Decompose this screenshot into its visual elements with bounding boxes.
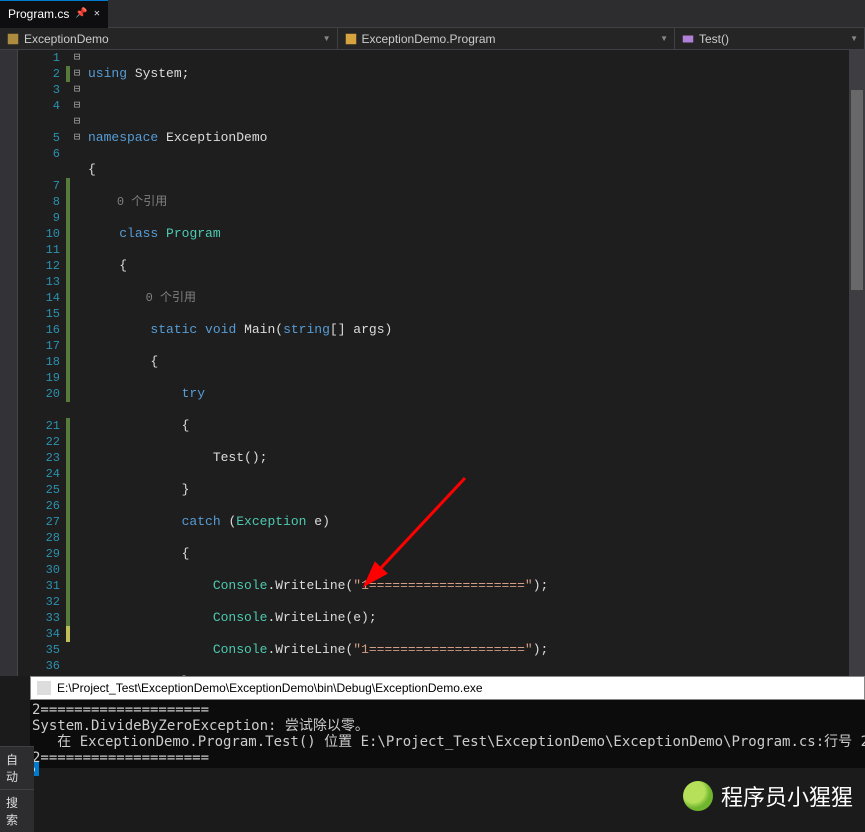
console-title-text: E:\Project_Test\ExceptionDemo\ExceptionD… [57,681,483,695]
nav-namespace-label: ExceptionDemo [24,32,109,46]
pin-icon[interactable]: 📌 [75,8,87,20]
close-icon[interactable]: ✕ [94,8,100,20]
class-icon [344,32,358,46]
code-editor[interactable]: 1234 56 7891011121314151617181920 212223… [0,50,865,676]
console-output: 2==================== System.DivideByZer… [30,700,865,768]
namespace-icon [6,32,20,46]
nav-class[interactable]: ExceptionDemo.Program ▼ [338,28,676,49]
chevron-down-icon: ▼ [323,34,331,43]
scrollbar-thumb[interactable] [851,90,863,290]
app-icon [37,681,51,695]
method-icon [681,32,695,46]
codelens-refs[interactable]: 0 个引用 [146,291,196,305]
chevron-down-icon: ▼ [660,34,668,43]
file-tab[interactable]: Program.cs 📌 ✕ [0,0,108,28]
watermark: 程序员小猩猩 [683,780,853,812]
line-number-gutter: 1234 56 7891011121314151617181920 212223… [18,50,66,676]
nav-bar: ExceptionDemo ▼ ExceptionDemo.Program ▼ … [0,28,865,50]
code-content[interactable]: using System; namespace ExceptionDemo { … [84,50,865,676]
console-titlebar[interactable]: E:\Project_Test\ExceptionDemo\ExceptionD… [30,676,865,700]
fold-gutter[interactable]: ⊟⊟⊟⊟⊟⊟ [70,50,84,676]
watermark-text: 程序员小猩猩 [721,780,853,812]
codelens-refs[interactable]: 0 个引用 [117,195,167,209]
tab-bar: Program.cs 📌 ✕ [0,0,865,28]
tool-window-tabs: 自动 搜索 [0,746,34,832]
file-tab-label: Program.cs [8,7,69,21]
editor-margin [0,50,18,676]
vertical-scrollbar[interactable] [849,50,865,676]
nav-method-label: Test() [699,32,729,46]
nav-class-label: ExceptionDemo.Program [362,32,496,46]
tab-search[interactable]: 搜索 [0,789,34,832]
nav-method[interactable]: Test() ▼ [675,28,865,49]
chevron-down-icon: ▼ [850,34,858,43]
tab-auto[interactable]: 自动 [0,746,34,789]
wechat-icon [683,781,713,811]
nav-namespace[interactable]: ExceptionDemo ▼ [0,28,338,49]
